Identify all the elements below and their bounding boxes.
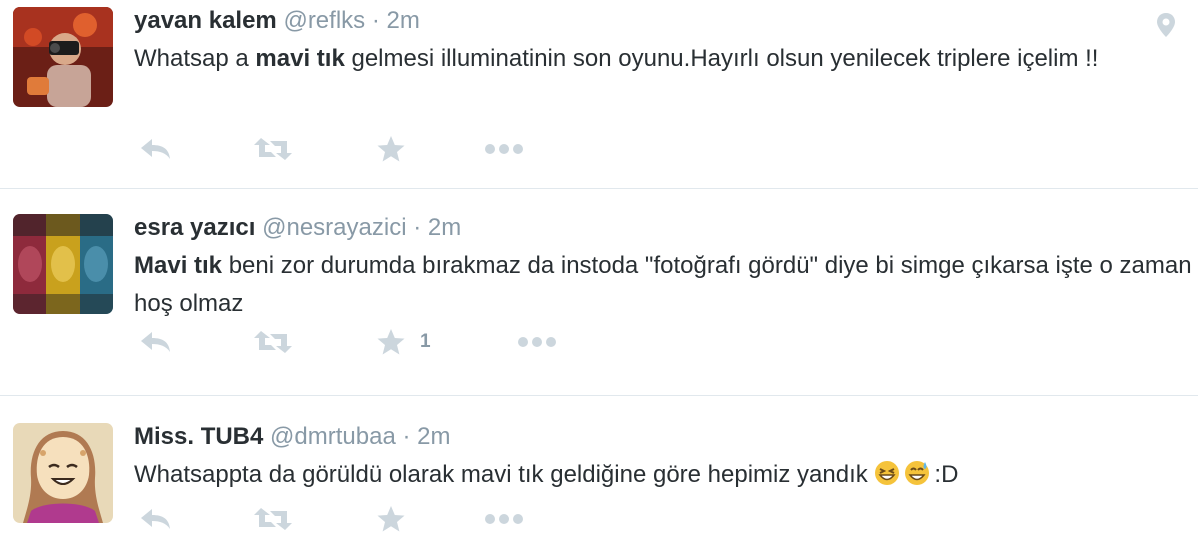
favorite-button[interactable]: 1 xyxy=(376,327,431,357)
favorite-star-icon xyxy=(377,506,405,532)
username[interactable]: @reflks xyxy=(283,7,365,34)
tweet-text-post: beni zor durumda bırakmaz da instoda "fo… xyxy=(134,252,1192,317)
reply-icon xyxy=(141,139,170,159)
reply-button[interactable] xyxy=(138,327,174,357)
more-icon xyxy=(518,337,556,347)
tweet-text: Mavi tık beni zor durumda bırakmaz da in… xyxy=(134,247,1198,323)
favorite-count: 1 xyxy=(420,331,431,352)
tweet[interactable]: esra yazıcı @nesrayazici · 2m Mavi tık b… xyxy=(0,189,1198,396)
separator: · xyxy=(371,7,380,34)
tweet-text-bold: Mavi tık xyxy=(134,252,223,279)
more-button[interactable] xyxy=(484,134,524,164)
fullname[interactable]: Miss. TUB4 xyxy=(134,423,263,450)
favorite-button[interactable] xyxy=(376,134,420,164)
retweet-icon xyxy=(254,331,292,353)
reply-button[interactable] xyxy=(138,134,174,164)
tweet-header: Miss. TUB4 @dmrtubaa · 2m xyxy=(134,420,1198,454)
reply-icon xyxy=(141,509,170,529)
timestamp[interactable]: 2m xyxy=(387,7,420,34)
reply-icon xyxy=(141,332,170,352)
avatar[interactable] xyxy=(13,214,113,314)
avatar[interactable] xyxy=(13,7,113,107)
tweet-text-pre: Whatsappta da görüldü olarak mavi tık ge… xyxy=(134,461,875,488)
separator: · xyxy=(402,423,411,450)
username[interactable]: @dmrtubaa xyxy=(270,423,396,450)
more-button[interactable] xyxy=(517,327,557,357)
favorite-button[interactable] xyxy=(376,504,420,534)
geo-pin[interactable] xyxy=(1156,12,1176,43)
tweet-header: yavan kalem @reflks · 2m xyxy=(134,4,1198,38)
favorite-star-icon xyxy=(377,136,405,162)
tweet-text-post: :D xyxy=(934,461,959,488)
tweet-actions: 1 xyxy=(134,327,834,357)
retweet-button[interactable] xyxy=(252,327,294,357)
separator: · xyxy=(413,214,422,241)
username[interactable]: @nesrayazici xyxy=(262,214,406,241)
grinning-squinting-face-icon xyxy=(875,461,900,485)
timestamp[interactable]: 2m xyxy=(428,214,461,241)
tweet-text-bold: mavi tık xyxy=(255,45,345,72)
fullname[interactable]: esra yazıcı xyxy=(134,214,255,241)
retweet-icon xyxy=(254,508,292,530)
retweet-button[interactable] xyxy=(252,504,294,534)
retweet-button[interactable] xyxy=(252,134,294,164)
more-icon xyxy=(485,514,523,524)
favorite-star-icon xyxy=(377,329,405,355)
grinning-face-with-sweat-icon xyxy=(905,461,930,485)
tweet-header: esra yazıcı @nesrayazici · 2m xyxy=(134,211,1198,245)
tweet-text: Whatsap a mavi tık gelmesi illuminatinin… xyxy=(134,40,1198,78)
retweet-icon xyxy=(254,138,292,160)
more-button[interactable] xyxy=(484,504,524,534)
more-icon xyxy=(485,144,523,154)
tweet-actions xyxy=(134,134,834,164)
reply-button[interactable] xyxy=(138,504,174,534)
avatar[interactable] xyxy=(13,423,113,523)
timestamp[interactable]: 2m xyxy=(417,423,450,450)
tweet[interactable]: yavan kalem @reflks · 2m Whatsap a mavi … xyxy=(0,0,1198,189)
tweet-text: Whatsappta da görüldü olarak mavi tık ge… xyxy=(134,456,1198,494)
geo-pin-icon xyxy=(1157,13,1175,37)
tweet-actions xyxy=(134,504,834,534)
tweet-text-pre: Whatsap a xyxy=(134,45,256,72)
tweet-text-post: gelmesi illuminatinin son oyunu.Hayırlı … xyxy=(344,45,1099,72)
fullname[interactable]: yavan kalem xyxy=(134,7,277,34)
tweet[interactable]: Miss. TUB4 @dmrtubaa · 2m Whatsappta da … xyxy=(0,396,1198,555)
